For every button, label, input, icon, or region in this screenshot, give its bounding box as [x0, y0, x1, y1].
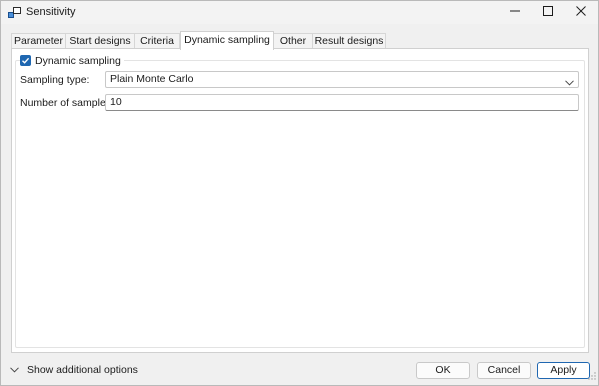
sampling-type-value: Plain Monte Carlo [110, 73, 194, 85]
close-button[interactable] [566, 1, 596, 24]
minimize-button[interactable] [500, 1, 530, 24]
tab-criteria[interactable]: Criteria [134, 33, 180, 49]
dynamic-sampling-checkbox-label: Dynamic sampling [35, 54, 121, 67]
app-icon [8, 6, 22, 19]
minimize-icon [510, 6, 520, 19]
maximize-icon [543, 6, 553, 19]
tab-start-designs[interactable]: Start designs [65, 33, 135, 49]
title-bar[interactable]: Sensitivity [1, 1, 598, 24]
maximize-button[interactable] [533, 1, 563, 24]
cancel-button[interactable]: Cancel [477, 362, 531, 379]
dialog-footer: Show additional options OK Cancel Apply [1, 353, 598, 385]
ok-button[interactable]: OK [416, 362, 470, 379]
dynamic-sampling-checkbox[interactable] [20, 55, 31, 66]
tab-parameter[interactable]: Parameter [11, 33, 66, 49]
show-additional-options-label: Show additional options [27, 364, 138, 376]
apply-button[interactable]: Apply [537, 362, 590, 379]
sampling-type-select[interactable]: Plain Monte Carlo [105, 71, 579, 88]
chevron-down-icon [565, 76, 574, 91]
tab-panel-dynamic-sampling: Dynamic sampling Sampling type: Plain Mo… [11, 48, 589, 353]
window-title: Sensitivity [26, 6, 76, 18]
number-of-samples-value: 10 [110, 96, 122, 108]
sampling-type-label: Sampling type: [20, 74, 90, 86]
chevron-down-icon [10, 364, 19, 376]
number-of-samples-label: Number of samples: [20, 97, 114, 109]
number-of-samples-input[interactable]: 10 [105, 94, 579, 111]
dynamic-sampling-checkbox-row[interactable]: Dynamic sampling [20, 54, 124, 67]
tab-dynamic-sampling[interactable]: Dynamic sampling [180, 31, 274, 50]
close-icon [576, 6, 586, 19]
check-icon [22, 57, 30, 64]
sensitivity-dialog: Sensitivity Parameter Start designs Crit… [0, 0, 599, 386]
tab-result-designs[interactable]: Result designs [312, 33, 386, 49]
show-additional-options-toggle[interactable]: Show additional options [10, 363, 138, 377]
resize-grip-icon[interactable] [588, 371, 596, 383]
tab-other[interactable]: Other [273, 33, 313, 49]
